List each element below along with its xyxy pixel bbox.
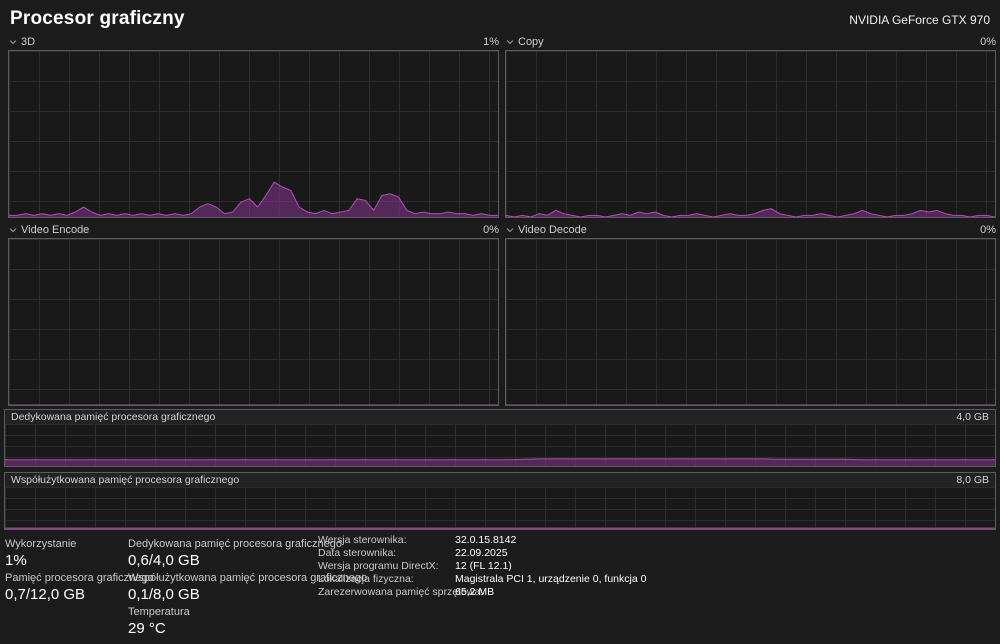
chart-3d-graph — [8, 50, 499, 218]
chevron-down-icon[interactable] — [8, 38, 18, 46]
chart-percent: 0% — [980, 36, 996, 48]
detail-label: Zarezerwowana pamięć sprzętowa: — [318, 586, 484, 598]
chart-header-video-encode[interactable]: Video Encode 0% — [8, 222, 499, 238]
stat-value: 1% — [5, 552, 27, 569]
chart-panel-video-encode: Video Encode 0% — [8, 222, 499, 406]
stat-temperature: Temperatura 29 °C — [128, 606, 190, 637]
chart-percent: 1% — [483, 36, 499, 48]
chart-title: Video Decode — [518, 224, 587, 236]
detail-value: 65,2 MB — [455, 586, 495, 598]
detail-row: Data sterownika: 22.09.2025 — [318, 547, 646, 560]
chart-percent: 0% — [980, 224, 996, 236]
chart-video-encode-graph — [8, 238, 499, 406]
chevron-down-icon[interactable] — [505, 226, 515, 234]
detail-label: Data sterownika: — [318, 547, 397, 559]
detail-value: Magistrala PCI 1, urządzenie 0, funkcja … — [455, 573, 647, 585]
detail-value: 22.09.2025 — [455, 547, 508, 559]
shared-memory-panel: Współużytkowana pamięć procesora graficz… — [4, 472, 996, 530]
task-manager-gpu-page: Procesor graficzny NVIDIA GeForce GTX 97… — [0, 0, 1000, 644]
dedicated-memory-graph — [5, 424, 995, 466]
detail-label: Lokalizacja fizyczna: — [318, 573, 414, 585]
gpu-name: NVIDIA GeForce GTX 970 — [849, 13, 990, 27]
chart-header-3d[interactable]: 3D 1% — [8, 34, 499, 50]
chevron-down-icon[interactable] — [505, 38, 515, 46]
charts-grid: 3D 1% Copy 0% Video Encode 0% Video Deco… — [0, 34, 1000, 406]
dedicated-memory-header: Dedykowana pamięć procesora graficznego … — [5, 410, 995, 424]
detail-value: 12 (FL 12.1) — [455, 560, 512, 572]
details-list: Wersja sterownika: 32.0.15.8142 Data ster… — [318, 534, 646, 599]
chart-title: Copy — [518, 36, 544, 48]
chart-video-decode-graph — [505, 238, 996, 406]
page-title: Procesor graficzny — [10, 8, 185, 29]
chart-panel-copy: Copy 0% — [505, 34, 996, 218]
chart-title: Video Encode — [21, 224, 90, 236]
detail-row: Wersja sterownika: 32.0.15.8142 — [318, 534, 646, 547]
stat-label: Dedykowana pamięć procesora graficznego — [128, 538, 343, 550]
chart-header-video-decode[interactable]: Video Decode 0% — [505, 222, 996, 238]
stats-section: Wykorzystanie 1% Pamięć procesora grafic… — [0, 534, 1000, 638]
detail-row: Zarezerwowana pamięć sprzętowa:65,2 MB — [318, 586, 646, 599]
stat-dedicated-memory: Dedykowana pamięć procesora graficznego … — [128, 538, 342, 569]
detail-row: Lokalizacja fizyczna: Magistrala PCI 1, u… — [318, 573, 646, 586]
chart-header-copy[interactable]: Copy 0% — [505, 34, 996, 50]
stat-label: Temperatura — [128, 606, 190, 618]
chevron-down-icon[interactable] — [8, 226, 18, 234]
stat-value: 0,6/4,0 GB — [128, 552, 200, 569]
detail-value: 32.0.15.8142 — [455, 534, 517, 546]
chart-panel-video-decode: Video Decode 0% — [505, 222, 996, 406]
stat-value: 29 °C — [128, 620, 166, 637]
chart-percent: 0% — [483, 224, 499, 236]
shared-memory-header: Współużytkowana pamięć procesora graficz… — [5, 473, 995, 487]
shared-memory-capacity: 8,0 GB — [956, 474, 989, 486]
detail-label: Wersja sterownika: — [318, 534, 407, 546]
shared-memory-label: Współużytkowana pamięć procesora graficz… — [11, 474, 240, 486]
chart-panel-3d: 3D 1% — [8, 34, 499, 218]
detail-label: Wersja programu DirectX: — [318, 560, 439, 572]
dedicated-memory-panel: Dedykowana pamięć procesora graficznego … — [4, 409, 996, 467]
chart-copy-graph — [505, 50, 996, 218]
dedicated-memory-label: Dedykowana pamięć procesora graficznego — [11, 411, 216, 423]
page-header: Procesor graficzny NVIDIA GeForce GTX 97… — [0, 0, 1000, 32]
dedicated-memory-capacity: 4,0 GB — [956, 411, 989, 423]
shared-memory-graph — [5, 487, 995, 529]
chart-title: 3D — [21, 36, 36, 48]
detail-row: Wersja programu DirectX: 12 (FL 12.1) — [318, 560, 646, 573]
stat-label: Wykorzystanie — [5, 538, 77, 550]
stat-utilization: Wykorzystanie 1% — [5, 538, 76, 569]
